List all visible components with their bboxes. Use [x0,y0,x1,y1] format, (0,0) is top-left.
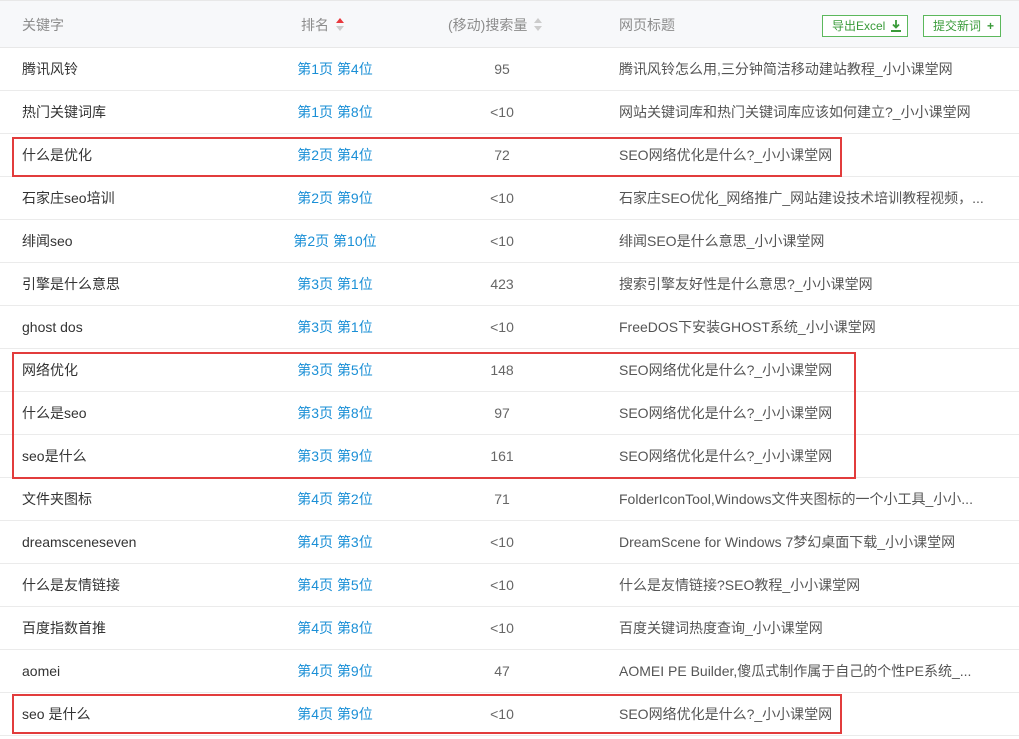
rank-header-label: 排名 [301,17,329,33]
page-title-cell: 百度关键词热度查询_小小课堂网 [619,620,823,636]
volume-cell: <10 [490,534,514,550]
rank-link[interactable]: 第4页 第8位 [270,607,400,650]
keyword-cell: 文件夹图标 [22,491,92,507]
page-title-cell: SEO网络优化是什么?_小小课堂网 [619,706,833,722]
page-title-cell: SEO网络优化是什么?_小小课堂网 [619,147,833,163]
page-title-cell: 什么是友情链接?SEO教程_小小课堂网 [619,577,861,593]
table-header: 关键字 排名 (移动)搜索量 网页标题 导出Excel 提交新词 + [0,0,1019,48]
table-row: 什么是友情链接 第4页 第5位 <10 什么是友情链接?SEO教程_小小课堂网 [0,564,1019,607]
page-title-cell: AOMEI PE Builder,傻瓜式制作属于自己的个性PE系统_... [619,663,972,679]
volume-cell: 72 [494,147,510,163]
keyword-ranking-table: 关键字 排名 (移动)搜索量 网页标题 导出Excel 提交新词 + 腾讯风铃 第1… [0,0,1019,736]
keyword-cell: 什么是友情链接 [22,577,120,593]
volume-cell: 423 [490,276,514,292]
volume-cell: <10 [490,706,514,722]
volume-cell: <10 [490,620,514,636]
table-row: seo 是什么 第4页 第9位 <10 SEO网络优化是什么?_小小课堂网 [0,693,1019,736]
rank-link[interactable]: 第4页 第2位 [270,478,400,521]
page-title-cell: SEO网络优化是什么?_小小课堂网 [619,362,833,378]
rank-link[interactable]: 第3页 第8位 [270,392,400,435]
export-button-label: 导出Excel [832,19,886,33]
rank-link[interactable]: 第4页 第9位 [270,650,400,693]
keyword-cell: seo 是什么 [22,706,91,722]
keyword-cell: seo是什么 [22,448,87,464]
sort-arrows-icon[interactable] [534,18,543,32]
keyword-cell: dreamsceneseven [22,534,137,550]
table-row: 绯闻seo 第2页 第10位 <10 绯闻SEO是什么意思_小小课堂网 [0,220,1019,263]
column-header-title: 网页标题 [619,17,675,33]
table-row: 什么是seo 第3页 第8位 97 SEO网络优化是什么?_小小课堂网 [0,392,1019,435]
keyword-cell: 网络优化 [22,362,78,378]
rank-link[interactable]: 第3页 第5位 [270,349,400,392]
page-title-cell: FreeDOS下安装GHOST系统_小小课堂网 [619,319,876,335]
column-header-volume[interactable]: (移动)搜索量 [448,1,543,49]
table-row: 热门关键词库 第1页 第8位 <10 网站关键词库和热门关键词库应该如何建立?_小小课… [0,91,1019,134]
keyword-cell: aomei [22,663,61,679]
volume-cell: <10 [490,319,514,335]
page-title-cell: 绯闻SEO是什么意思_小小课堂网 [619,233,825,249]
volume-cell: 71 [494,491,510,507]
rank-link[interactable]: 第4页 第5位 [270,564,400,607]
volume-cell: 161 [490,448,514,464]
volume-cell: 97 [494,405,510,421]
volume-cell: <10 [490,104,514,120]
table-row: 引擎是什么意思 第3页 第1位 423 搜索引擎友好性是什么意思?_小小课堂网 [0,263,1019,306]
keyword-cell: 什么是优化 [22,147,92,163]
rank-link[interactable]: 第3页 第1位 [270,306,400,349]
plus-icon: + [987,19,995,33]
page-title-cell: FolderIconTool,Windows文件夹图标的一个小工具_小小... [619,491,973,507]
volume-cell: 95 [494,61,510,77]
rank-link[interactable]: 第4页 第3位 [270,521,400,564]
keyword-cell: 热门关键词库 [22,104,106,120]
table-row: aomei 第4页 第9位 47 AOMEI PE Builder,傻瓜式制作属于自己… [0,650,1019,693]
rank-link[interactable]: 第2页 第10位 [270,220,400,263]
table-row: ghost dos 第3页 第1位 <10 FreeDOS下安装GHOST系统_小小课… [0,306,1019,349]
page-title-cell: 网站关键词库和热门关键词库应该如何建立?_小小课堂网 [619,104,971,120]
page-title-cell: 搜索引擎友好性是什么意思?_小小课堂网 [619,276,873,292]
keyword-cell: 引擎是什么意思 [22,276,120,292]
keyword-cell: 百度指数首推 [22,620,106,636]
keyword-cell: 绯闻seo [22,233,73,249]
export-excel-button[interactable]: 导出Excel [822,15,909,37]
rank-link[interactable]: 第3页 第9位 [270,435,400,478]
submit-button-label: 提交新词 [933,19,982,33]
rank-link[interactable]: 第2页 第4位 [270,134,400,177]
table-row: 文件夹图标 第4页 第2位 71 FolderIconTool,Windows文件夹图… [0,478,1019,521]
column-header-rank[interactable]: 排名 [301,1,344,49]
sort-arrows-icon[interactable] [336,18,344,32]
page-title-cell: DreamScene for Windows 7梦幻桌面下载_小小课堂网 [619,534,956,550]
rank-link[interactable]: 第3页 第1位 [270,263,400,306]
volume-cell: <10 [490,190,514,206]
keyword-cell: ghost dos [22,319,83,335]
volume-cell: 148 [490,362,514,378]
keyword-cell: 什么是seo [22,405,87,421]
volume-cell: <10 [490,577,514,593]
table-row: dreamsceneseven 第4页 第3位 <10 DreamScene for … [0,521,1019,564]
page-title-cell: 石家庄SEO优化_网络推广_网站建设技术培训教程视频，... [619,190,984,206]
table-row: 百度指数首推 第4页 第8位 <10 百度关键词热度查询_小小课堂网 [0,607,1019,650]
volume-cell: <10 [490,233,514,249]
column-header-keyword: 关键字 [22,17,64,33]
table-row: 网络优化 第3页 第5位 148 SEO网络优化是什么?_小小课堂网 [0,349,1019,392]
table-row: seo是什么 第3页 第9位 161 SEO网络优化是什么?_小小课堂网 [0,435,1019,478]
keyword-cell: 腾讯风铃 [22,61,78,77]
rank-link[interactable]: 第1页 第4位 [270,48,400,91]
rank-link[interactable]: 第1页 第8位 [270,91,400,134]
page-title-cell: 腾讯风铃怎么用,三分钟简洁移动建站教程_小小课堂网 [619,61,953,77]
volume-cell: 47 [494,663,510,679]
table-row: 腾讯风铃 第1页 第4位 95 腾讯风铃怎么用,三分钟简洁移动建站教程_小小课堂网 [0,48,1019,91]
page-title-cell: SEO网络优化是什么?_小小课堂网 [619,448,833,464]
rank-link[interactable]: 第2页 第9位 [270,177,400,220]
volume-header-label: (移动)搜索量 [448,17,528,33]
page-title-cell: SEO网络优化是什么?_小小课堂网 [619,405,833,421]
keyword-cell: 石家庄seo培训 [22,190,115,206]
table-row: 石家庄seo培训 第2页 第9位 <10 石家庄SEO优化_网络推广_网站建设技术培训… [0,177,1019,220]
table-row: 什么是优化 第2页 第4位 72 SEO网络优化是什么?_小小课堂网 [0,134,1019,177]
download-icon [891,20,902,32]
table-body: 腾讯风铃 第1页 第4位 95 腾讯风铃怎么用,三分钟简洁移动建站教程_小小课堂网 热… [0,48,1019,736]
submit-new-keyword-button[interactable]: 提交新词 + [923,15,1002,37]
rank-link[interactable]: 第4页 第9位 [270,693,400,736]
